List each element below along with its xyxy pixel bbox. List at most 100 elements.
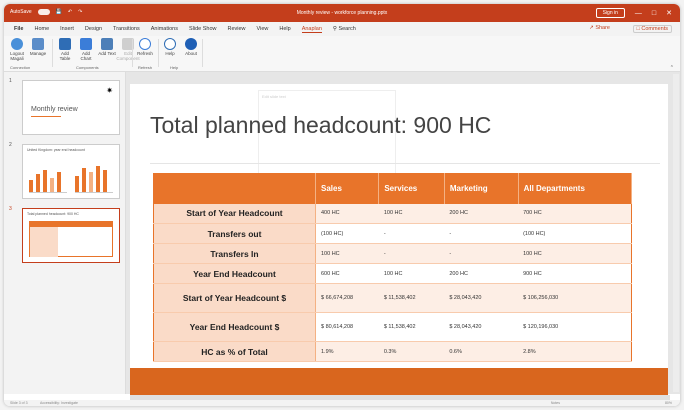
ribbon-group-help: Help About bbox=[161, 38, 200, 70]
menu-file[interactable]: File bbox=[14, 26, 23, 33]
table-cell: 200 HC bbox=[444, 203, 519, 224]
table-cell: 100 HC bbox=[518, 243, 632, 264]
row-label: HC as % of Total bbox=[153, 341, 316, 362]
status-bar: Slide 3 of 3 Accessibility: Investigate … bbox=[4, 400, 680, 406]
thumb-mini-table bbox=[29, 221, 113, 257]
table-row: Transfers In 100 HC - - 100 HC bbox=[153, 243, 632, 264]
ribbon-divider bbox=[132, 39, 133, 67]
group-name-components: Components bbox=[76, 65, 99, 70]
table-icon bbox=[59, 38, 71, 50]
mini-bar bbox=[89, 172, 93, 192]
chart-icon bbox=[80, 38, 92, 50]
accessibility-status[interactable]: Accessibility: Investigate bbox=[40, 401, 78, 405]
thumb-number: 1 bbox=[9, 78, 12, 84]
thumb-mini-chart bbox=[75, 163, 113, 193]
sign-in-button[interactable]: Sign in bbox=[595, 8, 625, 18]
ribbon-divider bbox=[202, 39, 203, 67]
thumb-title: United Kingdom: year end headcount bbox=[27, 148, 85, 152]
about-button[interactable]: About bbox=[182, 38, 200, 70]
ribbon-divider bbox=[158, 39, 159, 67]
slide-thumbnail-2[interactable]: United Kingdom: year end headcount bbox=[22, 144, 120, 199]
help-label: Help bbox=[165, 51, 175, 56]
menu-review[interactable]: Review bbox=[228, 26, 246, 33]
minimize-icon[interactable]: — bbox=[635, 10, 642, 17]
add-text-label: Add Text bbox=[98, 51, 116, 56]
document-title: Monthly review - workforce planning.pptx bbox=[296, 10, 388, 16]
add-text-button[interactable]: Add Text bbox=[98, 38, 116, 70]
manage-label: Manage bbox=[29, 51, 47, 56]
table-row: Transfers out (100 HC) - - (100 HC) bbox=[153, 223, 632, 244]
menu-home[interactable]: Home bbox=[34, 26, 49, 33]
thumb-mini-chart bbox=[29, 163, 67, 193]
table-row: Start of Year Headcount 400 HC 100 HC 20… bbox=[153, 203, 632, 224]
table-cell: 1.9% bbox=[315, 341, 379, 362]
menu-design[interactable]: Design bbox=[85, 26, 102, 33]
add-table-button[interactable]: Add Table bbox=[56, 38, 74, 70]
question-icon bbox=[164, 38, 176, 50]
slide-title[interactable]: Total planned headcount: 900 HC bbox=[150, 112, 491, 139]
close-icon[interactable]: ✕ bbox=[666, 9, 672, 17]
group-name-refresh: Refresh bbox=[138, 65, 153, 70]
zoom-level[interactable]: 80% bbox=[665, 401, 672, 405]
row-label: Start of Year Headcount bbox=[153, 203, 316, 224]
mini-bar bbox=[43, 170, 47, 192]
menu-help[interactable]: Help bbox=[279, 26, 290, 33]
placeholder-label: Edit slide text bbox=[262, 94, 286, 99]
info-icon bbox=[185, 38, 197, 50]
logout-label: Logout Magali bbox=[10, 51, 24, 61]
vertical-scrollbar[interactable] bbox=[673, 74, 679, 392]
slide-thumbnails-pane: 1 ✷ Monthly review 2 United Kingdom: yea… bbox=[4, 72, 126, 394]
row-label: Year End Headcount bbox=[153, 263, 316, 284]
table-cell: $ 28,043,420 bbox=[444, 312, 519, 342]
table-header-cell: All Departments bbox=[518, 173, 633, 204]
table-header-cell: Marketing bbox=[444, 173, 519, 204]
group-name-connection: Connection bbox=[10, 65, 31, 70]
menu-transitions[interactable]: Transitions bbox=[113, 26, 140, 33]
menu-anaplan[interactable]: Anaplan bbox=[301, 26, 322, 33]
table-header-cell: Services bbox=[378, 173, 445, 204]
table-cell: 600 HC bbox=[315, 263, 379, 284]
notes-button[interactable]: Notes bbox=[551, 401, 560, 405]
powerpoint-window: AutoSave 💾 ↶ ↷ Monthly review - workforc… bbox=[4, 4, 680, 406]
table-cell: - bbox=[444, 243, 519, 264]
share-button[interactable]: ↗ Share bbox=[589, 25, 610, 31]
menu-slide-show[interactable]: Slide Show bbox=[189, 26, 217, 33]
table-cell: $ 80,614,208 bbox=[315, 312, 379, 342]
menu-animations[interactable]: Animations bbox=[151, 26, 178, 33]
search-box[interactable]: ⚲ Search bbox=[333, 26, 356, 33]
title-divider bbox=[150, 163, 660, 164]
headcount-table[interactable]: Sales Services Marketing All Departments… bbox=[153, 173, 633, 362]
table-row: Year End Headcount 600 HC 100 HC 200 HC … bbox=[153, 263, 632, 284]
table-cell: 100 HC bbox=[315, 243, 379, 264]
maximize-icon[interactable]: □ bbox=[652, 10, 656, 17]
mini-bar bbox=[50, 178, 54, 192]
about-label: About bbox=[185, 51, 197, 56]
footer-band bbox=[130, 368, 668, 396]
slide-canvas[interactable]: Edit slide text Total planned headcount:… bbox=[130, 84, 668, 396]
table-header-cell bbox=[153, 173, 316, 204]
slide-thumbnail-1[interactable]: ✷ Monthly review bbox=[22, 80, 120, 135]
add-chart-label: Add Chart bbox=[80, 51, 92, 61]
table-cell: (100 HC) bbox=[315, 223, 379, 244]
table-cell: $ 11,538,402 bbox=[378, 283, 445, 313]
thumb-number: 2 bbox=[9, 142, 12, 148]
row-label: Year End Headcount $ bbox=[153, 312, 316, 342]
table-cell: 400 HC bbox=[315, 203, 379, 224]
comments-button[interactable]: □ Comments bbox=[632, 25, 672, 33]
slide-thumbnail-3[interactable]: Total planned headcount: 900 HC bbox=[22, 208, 120, 263]
refresh-label: Refresh bbox=[137, 51, 153, 56]
mini-bar bbox=[96, 166, 100, 192]
user-icon bbox=[11, 38, 23, 50]
refresh-icon bbox=[139, 38, 151, 50]
row-label: Transfers In bbox=[153, 243, 316, 264]
add-table-label: Add Table bbox=[59, 51, 71, 61]
edit-component-button[interactable]: Edit Component bbox=[116, 38, 140, 70]
mini-bar bbox=[82, 168, 86, 192]
row-label: Start of Year Headcount $ bbox=[153, 283, 316, 313]
manage-button[interactable]: Manage bbox=[29, 38, 47, 70]
collapse-ribbon-icon[interactable]: ⌃ bbox=[670, 65, 674, 71]
menu-view[interactable]: View bbox=[257, 26, 269, 33]
table-cell: $ 106,256,030 bbox=[518, 283, 632, 313]
table-cell: - bbox=[444, 223, 519, 244]
menu-insert[interactable]: Insert bbox=[60, 26, 74, 33]
